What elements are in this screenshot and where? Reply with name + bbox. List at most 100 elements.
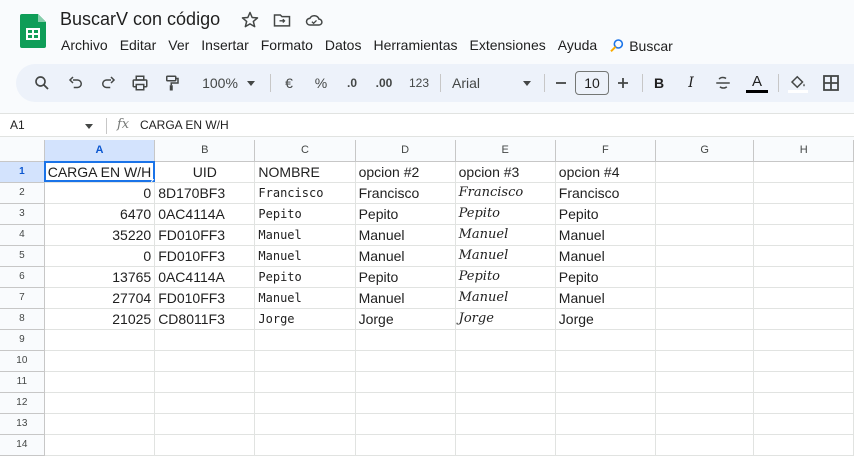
cell-b5[interactable]: FD010FF3 bbox=[154, 245, 256, 267]
row-header[interactable]: 13 bbox=[0, 413, 45, 435]
row-header[interactable]: 2 bbox=[0, 182, 45, 204]
formula-input[interactable]: CARGA EN W/H bbox=[140, 118, 229, 132]
borders-button[interactable] bbox=[820, 64, 842, 102]
cell-e7[interactable]: Manuel bbox=[455, 287, 556, 309]
cell-h5[interactable] bbox=[753, 245, 854, 267]
cell-f7[interactable]: Manuel bbox=[555, 287, 656, 309]
menu-formato[interactable]: Formato bbox=[255, 36, 319, 56]
cell-h3[interactable] bbox=[753, 203, 854, 225]
cell-e8[interactable]: Jorge bbox=[455, 308, 556, 330]
cell-a11[interactable] bbox=[44, 371, 156, 393]
cell-a4[interactable]: 35220 bbox=[44, 224, 156, 246]
cell-b11[interactable] bbox=[154, 371, 256, 393]
cell-b2[interactable]: 8D170BF3 bbox=[154, 182, 256, 204]
row-header[interactable]: 14 bbox=[0, 434, 45, 456]
star-icon[interactable] bbox=[240, 10, 260, 30]
cell-e12[interactable] bbox=[455, 392, 556, 414]
name-box[interactable]: A1 bbox=[10, 118, 25, 132]
cell-f8[interactable]: Jorge bbox=[555, 308, 656, 330]
cell-b14[interactable] bbox=[154, 434, 256, 456]
cell-h12[interactable] bbox=[753, 392, 854, 414]
cell-e11[interactable] bbox=[455, 371, 556, 393]
cell-h9[interactable] bbox=[753, 329, 854, 351]
cell-e3[interactable]: Pepito bbox=[455, 203, 556, 225]
cell-b13[interactable] bbox=[154, 413, 256, 435]
cell-d6[interactable]: Pepito bbox=[355, 266, 456, 288]
menu-insertar[interactable]: Insertar bbox=[195, 36, 254, 56]
print-button[interactable] bbox=[128, 64, 152, 102]
column-header[interactable]: D bbox=[355, 140, 456, 162]
cell-c9[interactable] bbox=[254, 329, 356, 351]
cell-g7[interactable] bbox=[655, 287, 755, 309]
cell-c10[interactable] bbox=[254, 350, 356, 372]
cell-c2[interactable]: Francisco bbox=[254, 182, 356, 204]
cell-b7[interactable]: FD010FF3 bbox=[154, 287, 256, 309]
column-header[interactable]: B bbox=[154, 140, 256, 162]
italic-button[interactable]: I bbox=[680, 64, 702, 102]
cell-g11[interactable] bbox=[655, 371, 755, 393]
cell-c8[interactable]: Jorge bbox=[254, 308, 356, 330]
cell-a5[interactable]: 0 bbox=[44, 245, 156, 267]
cell-g2[interactable] bbox=[655, 182, 755, 204]
cell-h13[interactable] bbox=[753, 413, 854, 435]
cell-d10[interactable] bbox=[355, 350, 456, 372]
paint-format-button[interactable] bbox=[160, 64, 184, 102]
cell-h6[interactable] bbox=[753, 266, 854, 288]
cell-g8[interactable] bbox=[655, 308, 755, 330]
menu-ver[interactable]: Ver bbox=[162, 36, 195, 56]
cell-h11[interactable] bbox=[753, 371, 854, 393]
fill-handle[interactable] bbox=[151, 178, 154, 181]
cell-b1[interactable]: UID bbox=[154, 161, 256, 183]
cell-h4[interactable] bbox=[753, 224, 854, 246]
cell-h14[interactable] bbox=[753, 434, 854, 456]
column-header[interactable]: A bbox=[44, 140, 156, 162]
cell-a1[interactable]: CARGA EN W/H bbox=[44, 161, 156, 183]
font-size-field[interactable]: 10 bbox=[574, 64, 610, 102]
cell-e14[interactable] bbox=[455, 434, 556, 456]
increase-font-size-button[interactable] bbox=[612, 64, 634, 102]
bold-button[interactable]: B bbox=[648, 64, 670, 102]
cell-c7[interactable]: Manuel bbox=[254, 287, 356, 309]
cell-c11[interactable] bbox=[254, 371, 356, 393]
decrease-font-size-button[interactable] bbox=[550, 64, 572, 102]
cell-b6[interactable]: 0AC4114A bbox=[154, 266, 256, 288]
cell-a14[interactable] bbox=[44, 434, 156, 456]
cell-e5[interactable]: Manuel bbox=[455, 245, 556, 267]
cell-h2[interactable] bbox=[753, 182, 854, 204]
cell-g9[interactable] bbox=[655, 329, 755, 351]
cell-f5[interactable]: Manuel bbox=[555, 245, 656, 267]
cell-f11[interactable] bbox=[555, 371, 656, 393]
cell-a8[interactable]: 21025 bbox=[44, 308, 156, 330]
sheets-logo-icon[interactable] bbox=[20, 14, 46, 48]
cell-e1[interactable]: opcion #3 bbox=[455, 161, 556, 183]
cell-c1[interactable]: NOMBRE bbox=[254, 161, 356, 183]
cell-c13[interactable] bbox=[254, 413, 356, 435]
cell-e6[interactable]: Pepito bbox=[455, 266, 556, 288]
row-header[interactable]: 8 bbox=[0, 308, 45, 330]
cell-f4[interactable]: Manuel bbox=[555, 224, 656, 246]
column-header[interactable]: H bbox=[753, 140, 854, 162]
cell-d8[interactable]: Jorge bbox=[355, 308, 456, 330]
cell-f6[interactable]: Pepito bbox=[555, 266, 656, 288]
menu-search[interactable]: Buscar bbox=[603, 36, 679, 56]
cell-a2[interactable]: 0 bbox=[44, 182, 156, 204]
cell-f12[interactable] bbox=[555, 392, 656, 414]
menu-editar[interactable]: Editar bbox=[114, 36, 163, 56]
column-header[interactable]: C bbox=[254, 140, 356, 162]
cell-d2[interactable]: Francisco bbox=[355, 182, 456, 204]
cell-a6[interactable]: 13765 bbox=[44, 266, 156, 288]
cell-f3[interactable]: Pepito bbox=[555, 203, 656, 225]
cell-f9[interactable] bbox=[555, 329, 656, 351]
cell-h1[interactable] bbox=[753, 161, 854, 183]
cell-d1[interactable]: opcion #2 bbox=[355, 161, 456, 183]
folder-move-icon[interactable] bbox=[272, 10, 292, 30]
cell-f2[interactable]: Francisco bbox=[555, 182, 656, 204]
menu-extensiones[interactable]: Extensiones bbox=[463, 36, 551, 56]
undo-button[interactable] bbox=[64, 64, 88, 102]
cell-g12[interactable] bbox=[655, 392, 755, 414]
cell-b3[interactable]: 0AC4114A bbox=[154, 203, 256, 225]
row-header[interactable]: 6 bbox=[0, 266, 45, 288]
cell-a7[interactable]: 27704 bbox=[44, 287, 156, 309]
percent-format-button[interactable]: % bbox=[310, 64, 332, 102]
cell-f1[interactable]: opcion #4 bbox=[555, 161, 656, 183]
